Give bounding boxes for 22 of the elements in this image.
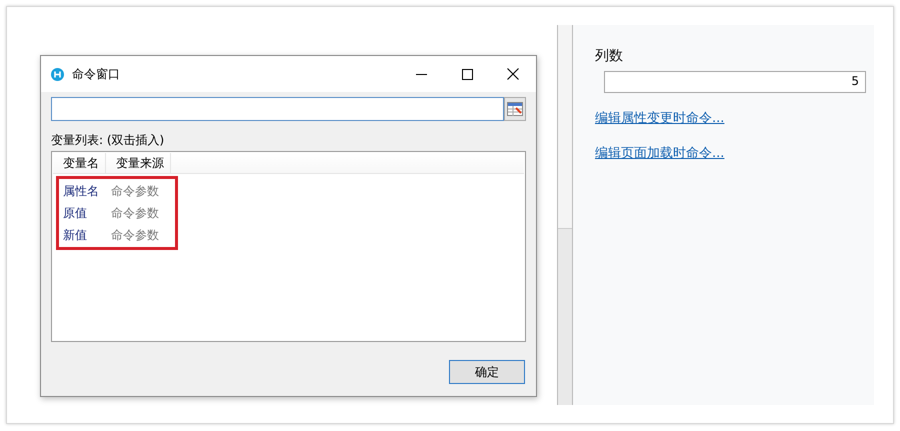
table-picker-button[interactable] <box>504 97 526 121</box>
window-title: 命令窗口 <box>72 66 121 82</box>
column-header: 变量名 <box>53 153 106 173</box>
variable-source: 命令参数 <box>111 226 159 244</box>
ok-button[interactable]: 确定 <box>449 360 525 384</box>
column-header: 变量来源 <box>106 153 171 173</box>
maximize-icon <box>462 68 472 80</box>
variable-name[interactable]: 原值 <box>59 204 111 222</box>
close-icon <box>507 68 519 80</box>
scrollbar-thumb[interactable] <box>558 25 572 229</box>
variables-label: 变量列表: (双击插入) <box>51 132 166 148</box>
command-link[interactable]: 编辑页面加载时命令... <box>595 144 724 162</box>
field-label: 列数 <box>595 47 624 66</box>
variable-source: 命令参数 <box>111 182 159 200</box>
column-count-field[interactable]: 5 <box>604 71 866 93</box>
variable-source: 命令参数 <box>111 204 159 222</box>
command-link[interactable]: 编辑属性变更时命令... <box>595 109 724 127</box>
variable-name[interactable]: 属性名 <box>59 182 111 200</box>
table-icon <box>507 102 523 116</box>
app-logo-icon <box>51 68 64 80</box>
command-input-field[interactable] <box>51 97 504 121</box>
variable-name[interactable]: 新值 <box>59 226 111 244</box>
